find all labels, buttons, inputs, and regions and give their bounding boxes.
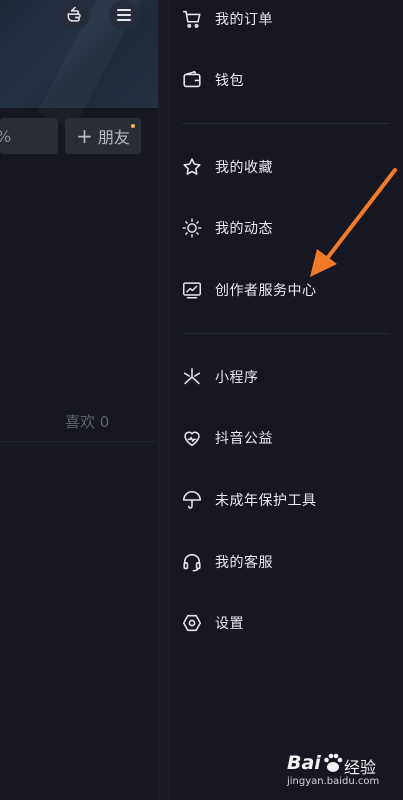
sun-icon <box>180 216 204 240</box>
menu-item-label: 未成年保护工具 <box>215 493 317 509</box>
drawer-edge <box>158 0 170 800</box>
star-icon <box>180 155 204 179</box>
percent-label: % <box>0 127 11 146</box>
menu-item-orders[interactable]: 我的订单 <box>180 0 400 39</box>
cart-icon <box>180 7 204 31</box>
likes-tab[interactable]: 喜欢 0 <box>65 411 109 432</box>
watermark-brand: Bai <box>287 752 321 774</box>
menu-button[interactable] <box>109 0 139 30</box>
baidu-watermark: Bai 经验 jingyan.baidu.com <box>287 752 397 792</box>
menu-item-label: 我的客服 <box>215 555 273 571</box>
menu-item-label: 钱包 <box>215 73 244 89</box>
menu-separator <box>182 123 390 124</box>
hamburger-icon <box>117 9 131 21</box>
hexagon-settings-icon <box>180 611 204 635</box>
menu-item-label: 抖音公益 <box>215 431 273 447</box>
menu-item-settings[interactable]: 设置 <box>180 603 400 643</box>
menu-item-label: 我的收藏 <box>215 160 273 176</box>
headset-icon <box>180 550 204 574</box>
menu-item-minor-protection[interactable]: 未成年保护工具 <box>180 480 400 520</box>
wallet-icon <box>180 68 204 92</box>
menu-item-charity[interactable]: 抖音公益 <box>180 418 400 458</box>
chart-monitor-icon <box>180 278 204 302</box>
menu-item-label: 设置 <box>215 616 244 632</box>
menu-item-label: 我的动态 <box>215 221 273 237</box>
watermark-suffix: 经验 <box>344 758 377 777</box>
paw-logo-icon <box>324 753 343 772</box>
annotation-arrow <box>310 168 397 277</box>
hand-pointer-icon <box>67 6 81 22</box>
asterisk-icon <box>180 365 204 389</box>
heart-icon <box>180 426 204 450</box>
menu-separator <box>182 333 390 334</box>
hand-pointer-button[interactable] <box>60 0 90 30</box>
menu-item-mini-programs[interactable]: 小程序 <box>180 357 400 397</box>
menu-item-wallet[interactable]: 钱包 <box>180 60 400 100</box>
menu-item-customer-service[interactable]: 我的客服 <box>180 542 400 582</box>
add-friend-label: 朋友 <box>97 128 130 147</box>
side-drawer: 我的订单 钱包 我的收藏 我的动态 创作者服务中心 小程序 抖音公益 未成年保护… <box>170 0 403 800</box>
umbrella-icon <box>180 488 204 512</box>
divider <box>0 441 156 442</box>
add-friend-button[interactable]: + 朋友 <box>65 118 141 154</box>
plus-icon: + <box>76 124 93 148</box>
menu-item-label: 小程序 <box>215 370 259 386</box>
menu-item-label: 我的订单 <box>215 12 273 28</box>
profile-page-background: % + 朋友 喜欢 0 <box>0 0 158 800</box>
notification-dot <box>131 124 135 128</box>
percent-tag[interactable]: % <box>0 118 58 154</box>
watermark-url: jingyan.baidu.com <box>287 776 380 787</box>
